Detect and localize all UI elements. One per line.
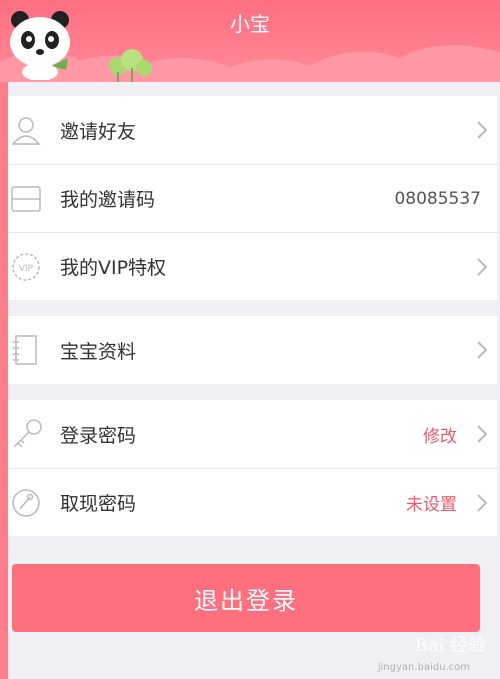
login-password-row[interactable]: 登录密码 修改 (8, 400, 497, 468)
baby-profile-row[interactable]: 宝宝资料 (8, 316, 497, 384)
baby-group: 宝宝资料 (8, 316, 497, 384)
modify-link[interactable]: 修改 (423, 422, 457, 447)
watermark-brand: Bai 经验 (414, 635, 486, 656)
chevron-right-icon (467, 400, 497, 468)
password-group: 登录密码 修改 取现密码 未设置 (8, 400, 497, 536)
user-icon (8, 96, 60, 164)
notebook-icon (8, 316, 60, 384)
vip-privilege-row[interactable]: VIP 我的VIP特权 (8, 232, 497, 300)
not-set-status: 未设置 (406, 495, 457, 515)
svg-text:VIP: VIP (19, 264, 34, 274)
row-label: 宝宝资料 (60, 340, 137, 363)
watermark-url: jingyan.baidu.com (377, 662, 470, 673)
invite-friends-row[interactable]: 邀请好友 (8, 96, 497, 164)
left-edge-decoration (0, 82, 8, 679)
trees-decoration (109, 49, 152, 82)
key-icon (8, 400, 60, 468)
settings-content: 邀请好友 我的邀请码 08085537 VIP 我的VIP特权 宝宝资料 登录密… (8, 82, 497, 679)
chevron-right-icon (467, 469, 497, 537)
row-label: 取现密码 (60, 493, 137, 515)
row-label: 我的邀请码 (60, 189, 156, 211)
chevron-right-icon (467, 96, 497, 164)
chevron-right-icon (467, 233, 497, 301)
vip-badge-icon: VIP (8, 233, 60, 301)
invite-code-value: 08085537 (394, 188, 481, 209)
row-label: 登录密码 (60, 424, 137, 447)
withdraw-password-row[interactable]: 取现密码 未设置 (8, 468, 497, 536)
row-label: 邀请好友 (60, 120, 137, 143)
invite-code-row: 我的邀请码 08085537 (8, 164, 497, 232)
header-bar: 小宝 (0, 0, 500, 82)
page-title: 小宝 (230, 12, 270, 36)
account-group: 邀请好友 我的邀请码 08085537 VIP 我的VIP特权 (8, 96, 497, 300)
row-label: 我的VIP特权 (60, 257, 167, 279)
chevron-right-icon (467, 316, 497, 384)
card-icon (8, 165, 60, 233)
logout-button[interactable]: 退出登录 (12, 564, 480, 632)
lock-dial-icon (8, 469, 60, 537)
